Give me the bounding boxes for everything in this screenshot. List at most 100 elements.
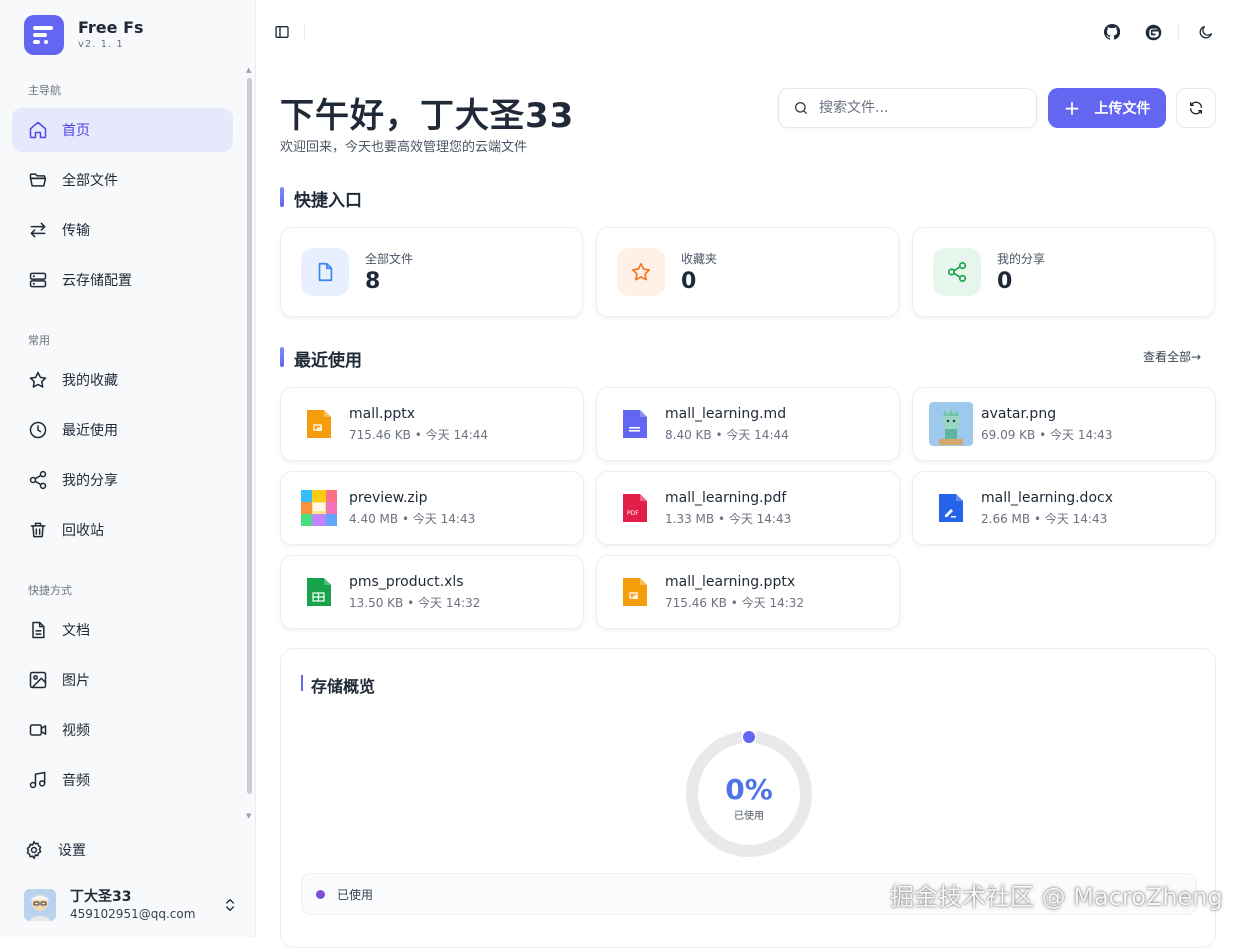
plus-icon: + (1063, 96, 1081, 120)
section-label-common: 常用 (28, 334, 50, 347)
file-meta: 4.40 MB • 今天 14:43 (349, 512, 476, 526)
sidebar-item-all-files[interactable]: 全部文件 (12, 158, 233, 202)
file-name: mall.pptx (349, 406, 415, 422)
storage-percent: 0% (725, 773, 773, 806)
file-meta: 715.46 KB • 今天 14:44 (349, 428, 489, 442)
file-size: 69.09 KB (981, 428, 1036, 442)
transfer-icon (30, 222, 46, 238)
sidebar-item-images[interactable]: 图片 (12, 658, 233, 702)
docx-file-icon (929, 486, 973, 530)
sidebar-item-audio[interactable]: 音频 (12, 758, 233, 802)
refresh-button[interactable] (1176, 88, 1216, 128)
scroll-up-icon[interactable]: ▲ (246, 66, 251, 74)
upload-button[interactable]: + 上传文件 (1048, 88, 1166, 128)
search-input[interactable] (819, 100, 1019, 116)
file-size: 715.46 KB (665, 596, 727, 610)
file-meta: 13.50 KB • 今天 14:32 (349, 596, 481, 610)
greeting-subtitle: 欢迎回来，今天也要高效管理您的云端文件 (280, 140, 528, 155)
file-size: 8.40 KB (665, 428, 712, 442)
xls-file-icon (297, 570, 341, 614)
settings-button[interactable]: 设置 (24, 840, 86, 860)
star-icon (617, 248, 665, 296)
sidebar-item-documents[interactable]: 文档 (12, 608, 233, 652)
sidebar-item-label: 音频 (62, 773, 90, 789)
file-size: 4.40 MB (349, 512, 399, 526)
recent-title: 最近使用 (280, 346, 362, 371)
sidebar-item-videos[interactable]: 视频 (12, 708, 233, 752)
file-meta: 8.40 KB • 今天 14:44 (665, 428, 789, 442)
file-meta: 2.66 MB • 今天 14:43 (981, 512, 1108, 526)
recent-file-card[interactable]: preview.zip 4.40 MB • 今天 14:43 (280, 471, 584, 545)
settings-label: 设置 (58, 843, 86, 859)
server-icon (29, 272, 47, 288)
recent-file-card[interactable]: mall_learning.pptx 715.46 KB • 今天 14:32 (596, 555, 900, 629)
recent-file-card[interactable]: mall_learning.md 8.40 KB • 今天 14:44 (596, 387, 900, 461)
file-time: 今天 14:43 (1050, 428, 1113, 442)
user-profile[interactable]: 丁大圣33 459102951@qq.com (24, 883, 238, 927)
quick-card-favorites[interactable]: 收藏夹 0 (596, 227, 899, 317)
music-icon (29, 771, 46, 789)
github-button[interactable] (1102, 22, 1122, 42)
scroll-down-icon[interactable]: ▼ (246, 812, 251, 820)
quick-card-count: 8 (365, 269, 381, 294)
sidebar-item-label: 传输 (62, 223, 90, 239)
storage-percent-label: 已使用 (734, 811, 764, 822)
sidebar-item-home[interactable]: 首页 (12, 108, 233, 152)
sidebar-item-favorites[interactable]: 我的收藏 (12, 358, 233, 402)
file-name: preview.zip (349, 490, 428, 506)
recent-file-card[interactable]: PDF mall_learning.pdf 1.33 MB • 今天 14:43 (596, 471, 900, 545)
gitee-button[interactable] (1143, 22, 1163, 42)
sidebar-item-recent[interactable]: 最近使用 (12, 408, 233, 452)
file-name: mall_learning.docx (981, 490, 1113, 506)
storage-title: 存储概览 (301, 673, 375, 697)
quick-card-shares[interactable]: 我的分享 0 (912, 227, 1215, 317)
sidebar-item-trash[interactable]: 回收站 (12, 508, 233, 552)
pptx-file-icon (297, 402, 341, 446)
recent-file-card[interactable]: mall_learning.docx 2.66 MB • 今天 14:43 (912, 471, 1216, 545)
sidebar-toggle-button[interactable] (272, 22, 292, 42)
file-name: mall_learning.pdf (665, 490, 787, 506)
image-icon (29, 671, 47, 689)
sidebar-item-transfer[interactable]: 传输 (12, 208, 233, 252)
app-logo-icon (24, 15, 64, 55)
quick-card-label: 收藏夹 (681, 252, 718, 266)
refresh-icon (1190, 101, 1202, 115)
sidebar-item-cloud-config[interactable]: 云存储配置 (12, 258, 233, 302)
theme-toggle-button[interactable] (1196, 22, 1216, 42)
recent-file-card[interactable]: avatar.png 69.09 KB • 今天 14:43 (912, 387, 1216, 461)
search-box[interactable] (778, 88, 1037, 128)
used-label: 已使用 (337, 887, 374, 902)
quick-card-label: 我的分享 (997, 252, 1046, 266)
divider (304, 23, 305, 41)
file-icon (301, 248, 349, 296)
scrollbar-thumb[interactable] (247, 78, 252, 794)
share-icon (29, 470, 47, 490)
sidebar-scrollbar[interactable]: ▲ ▼ (245, 66, 253, 822)
file-time: 今天 14:44 (425, 428, 489, 442)
section-label-shortcuts: 快捷方式 (28, 584, 72, 597)
user-name: 丁大圣33 (70, 889, 132, 905)
svg-text:PDF: PDF (627, 510, 639, 517)
file-time: 今天 14:43 (1044, 512, 1108, 526)
brand[interactable]: Free Fs v2. 1. 1 (24, 15, 144, 55)
quick-card-label: 全部文件 (365, 252, 414, 266)
watermark: 掘金技术社区 @ MacroZheng (890, 883, 1223, 911)
quick-card-count: 0 (681, 269, 697, 294)
sidebar-item-shares[interactable]: 我的分享 (12, 458, 233, 502)
file-time: 今天 14:32 (741, 596, 805, 610)
sidebar-item-label: 全部文件 (62, 173, 118, 189)
chevron-up-down-icon (226, 898, 234, 912)
sidebar-item-label: 最近使用 (62, 423, 118, 439)
quick-card-all-files[interactable]: 全部文件 8 (280, 227, 583, 317)
zip-file-icon (297, 486, 341, 530)
file-name: pms_product.xls (349, 574, 464, 590)
view-all-link[interactable]: 查看全部→ (1143, 348, 1201, 365)
recent-file-card[interactable]: mall.pptx 715.46 KB • 今天 14:44 (280, 387, 584, 461)
file-time: 今天 14:43 (728, 512, 792, 526)
file-time: 今天 14:32 (418, 596, 481, 610)
sidebar-item-label: 我的分享 (62, 473, 118, 489)
main-content: 下午好，丁大圣33 欢迎回来，今天也要高效管理您的云端文件 + 上传文件 快捷入… (256, 0, 1250, 948)
moon-icon (1199, 26, 1212, 39)
sidebar-item-label: 图片 (62, 673, 90, 689)
recent-file-card[interactable]: pms_product.xls 13.50 KB • 今天 14:32 (280, 555, 584, 629)
